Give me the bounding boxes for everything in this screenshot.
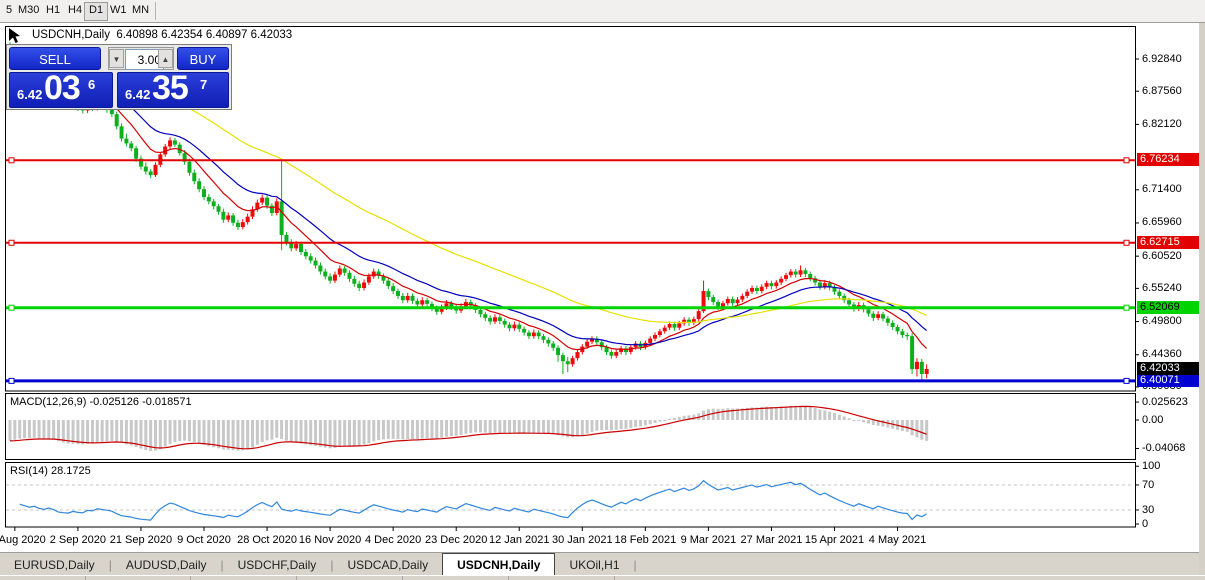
macd-tick-0.00: 0.00 [1142,414,1163,426]
volume-stepper: ▼ ▲ [108,47,174,70]
date-tick-21-Sep-2020: 21 Sep 2020 [110,534,172,546]
one-click-trading-panel: SELL ▼ ▲ BUY 6.42 03 6 6.42 35 7 [6,44,232,110]
status-separator [402,576,403,580]
date-tick-9-Mar-2021: 9 Mar 2021 [681,534,737,546]
price-tick-6.60520: 6.60520 [1142,250,1182,262]
line-handle[interactable] [1124,158,1129,163]
timeframe-toolbar: 5M30H1H4D1W1MN [0,0,1205,23]
rsi-panel-frame [6,463,1136,528]
timeframe-button-D1[interactable]: D1 [84,2,108,21]
tab-UKOil-H1[interactable]: UKOil,H1 [555,554,633,576]
price-tick-6.87560: 6.87560 [1142,85,1182,97]
sell-price-sup: 6 [88,77,95,92]
toolbar-separator [155,2,156,20]
volume-decrease-button[interactable]: ▼ [109,49,124,68]
timeframe-button-W1[interactable]: W1 [106,2,131,19]
date-tick-30-Jan-2021: 30 Jan 2021 [552,534,613,546]
tab-EURUSD-Daily[interactable]: EURUSD,Daily [0,554,109,576]
status-separator [190,576,191,580]
line-handle[interactable] [1124,378,1129,383]
macd-tick--0.04068: -0.04068 [1142,442,1185,454]
status-separator [614,576,615,580]
line-handle[interactable] [1124,240,1129,245]
timeframe-button-M30[interactable]: M30 [14,2,43,19]
price-tick-6.65960: 6.65960 [1142,216,1182,228]
chart-title: USDCNH,Daily 6.40898 6.42354 6.40897 6.4… [32,29,292,41]
timeframe-button-H4[interactable]: H4 [64,2,86,19]
status-strip [0,575,1205,580]
price-tick-6.55240: 6.55240 [1142,282,1182,294]
status-separator [296,576,297,580]
date-tick-14-Aug-2020: 14 Aug 2020 [0,534,46,546]
macd-tick-0.025623: 0.025623 [1142,396,1188,408]
chart-ohlc-values: 6.40898 6.42354 6.40897 6.42033 [116,29,292,41]
price-tick-6.92840: 6.92840 [1142,53,1182,65]
macd-label: MACD(12,26,9) -0.025126 -0.018571 [10,396,192,408]
sell-price-big: 03 [44,69,80,108]
rsi-tick-100: 100 [1142,460,1160,472]
timeframe-button-H1[interactable]: H1 [42,2,64,19]
price-line-label-6.52069: 6.52069 [1137,301,1204,314]
cursor-arrow-icon [8,27,30,45]
rsi-label: RSI(14) 28.1725 [10,465,91,477]
date-tick-18-Feb-2021: 18 Feb 2021 [614,534,676,546]
date-tick-4-Dec-2020: 4 Dec 2020 [365,534,421,546]
tab-USDCHF-Daily[interactable]: USDCHF,Daily [224,554,331,576]
rsi-tick-70: 70 [1142,479,1154,491]
buy-price-sup: 7 [200,77,207,92]
line-handle[interactable] [9,378,14,383]
rsi-tick-0: 0 [1142,518,1148,530]
buy-price-small: 6.42 [125,87,150,102]
tab-USDCAD-Daily[interactable]: USDCAD,Daily [333,554,442,576]
price-line-label-6.76234: 6.76234 [1137,153,1204,166]
buy-quote[interactable]: 6.42 35 7 [117,72,229,108]
date-tick-4-May-2021: 4 May 2021 [869,534,926,546]
date-tick-27-Mar-2021: 27 Mar 2021 [741,534,803,546]
line-handle[interactable] [9,305,14,310]
sell-quote[interactable]: 6.42 03 6 [9,72,113,108]
current-price-label: 6.42033 [1137,362,1204,375]
sell-price-small: 6.42 [17,87,42,102]
chart-tabs-bar: EURUSD,Daily|AUDUSD,Daily|USDCHF,Daily|U… [0,552,1205,576]
trading-platform-window: 5M30H1H4D1W1MN USDCNH,Daily 6.40898 6.42… [0,0,1205,580]
buy-button[interactable]: BUY [177,47,229,70]
line-handle[interactable] [9,158,14,163]
price-line-label-6.40071: 6.40071 [1137,374,1204,387]
chart-symbol-period: USDCNH,Daily [32,29,110,41]
line-handle[interactable] [9,240,14,245]
price-tick-6.82120: 6.82120 [1142,118,1182,130]
date-tick-15-Apr-2021: 15 Apr 2021 [805,534,864,546]
date-tick-28-Oct-2020: 28 Oct 2020 [237,534,297,546]
price-tick-6.49800: 6.49800 [1142,315,1182,327]
date-tick-2-Sep-2020: 2 Sep 2020 [50,534,106,546]
date-tick-9-Oct-2020: 9 Oct 2020 [177,534,231,546]
price-line-label-6.62715: 6.62715 [1137,236,1204,249]
date-tick-16-Nov-2020: 16 Nov 2020 [299,534,361,546]
sell-button[interactable]: SELL [9,47,101,70]
line-handle[interactable] [1124,305,1129,310]
buy-price-big: 35 [152,69,188,108]
tab-separator: | [634,558,637,572]
price-tick-6.71400: 6.71400 [1142,183,1182,195]
date-tick-12-Jan-2021: 12 Jan 2021 [489,534,550,546]
status-separator [508,576,509,580]
rsi-tick-30: 30 [1142,504,1154,516]
date-tick-23-Dec-2020: 23 Dec 2020 [425,534,487,546]
volume-increase-button[interactable]: ▲ [158,49,173,68]
price-tick-6.44360: 6.44360 [1142,348,1182,360]
timeframe-button-MN[interactable]: MN [128,2,153,19]
window-right-edge [1199,23,1205,575]
status-separator [85,576,86,580]
tab-USDCNH-Daily[interactable]: USDCNH,Daily [442,553,555,576]
tab-AUDUSD-Daily[interactable]: AUDUSD,Daily [112,554,221,576]
